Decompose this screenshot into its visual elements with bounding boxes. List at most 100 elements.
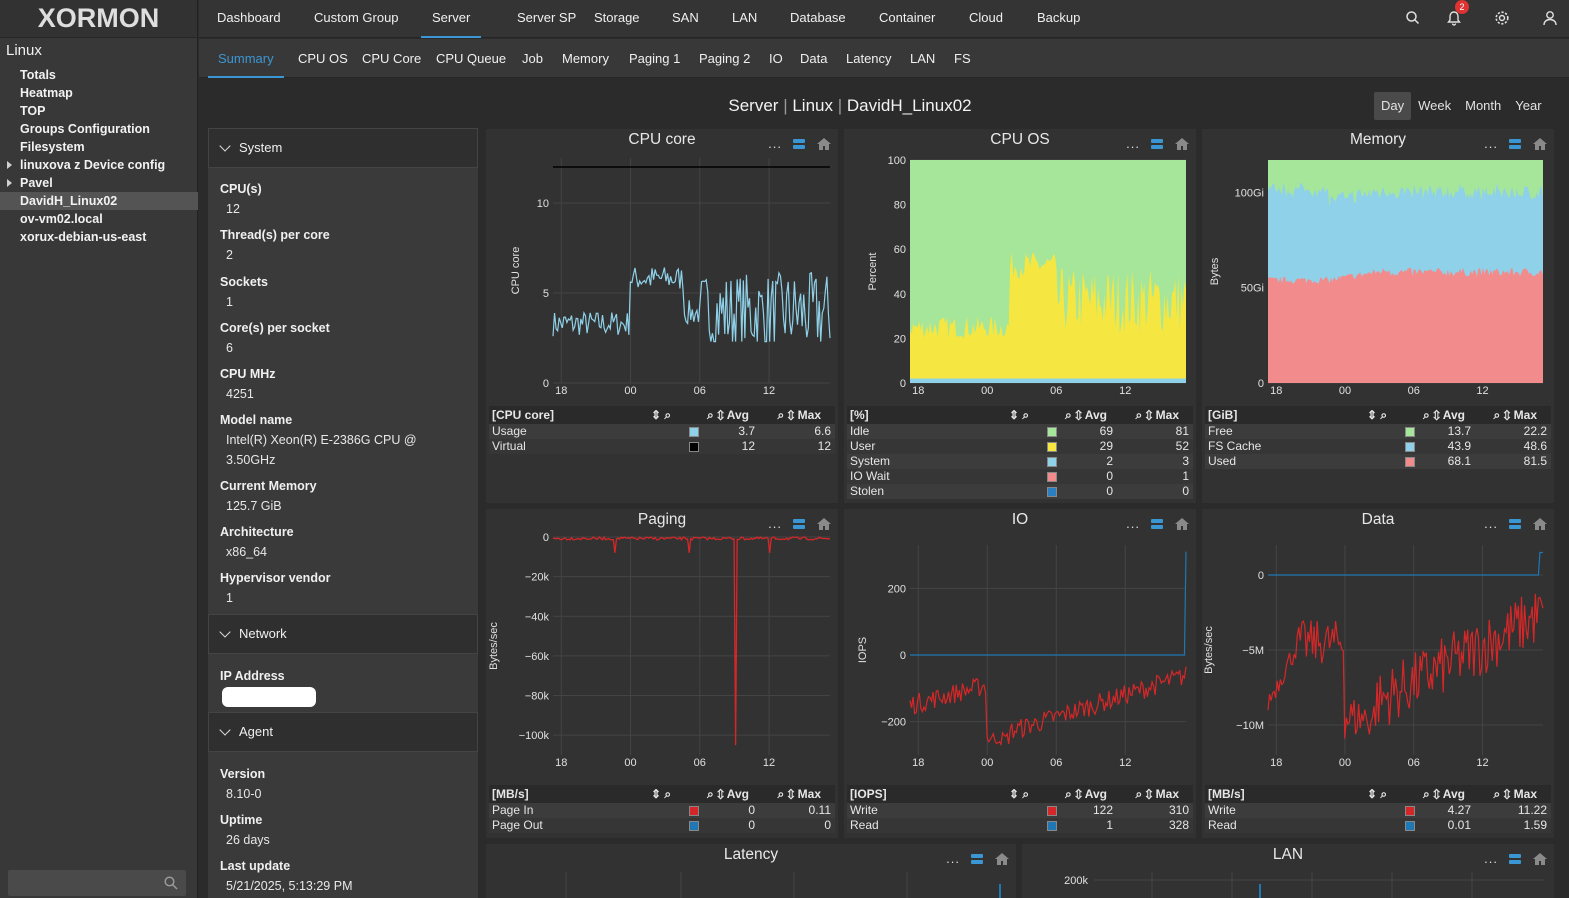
tree-item-pavel[interactable]: Pavel (0, 174, 198, 192)
series-swatch (1047, 472, 1057, 482)
legend-row-stolen[interactable]: Stolen 0 0 (847, 484, 1193, 499)
period-week[interactable]: Week (1411, 92, 1458, 120)
legend-row-usage[interactable]: Usage 3.7 6.6 (489, 424, 835, 439)
tab-lan[interactable]: LAN (910, 39, 935, 78)
avg-header[interactable]: ⌕ ⇕ Avg (707, 406, 749, 424)
search-icon[interactable] (1404, 9, 1422, 27)
tree-item-filesystem[interactable]: Filesystem (0, 138, 198, 156)
nav-dashboard[interactable]: Dashboard (217, 0, 281, 38)
series-avg: 0.01 (1447, 818, 1471, 832)
sort-icon[interactable]: ⇕ ⌕ (1367, 785, 1387, 803)
legend-row-idle[interactable]: Idle 69 81 (847, 424, 1193, 439)
max-header[interactable]: ⌕ ⇕ Max (1135, 406, 1179, 424)
unit-label: [MB/s] (1208, 787, 1245, 801)
series-usage (552, 267, 831, 343)
sort-icon[interactable]: ⇕ ⌕ (1009, 785, 1029, 803)
x-tick-label: 18 (1270, 757, 1282, 769)
period-day[interactable]: Day (1374, 92, 1412, 120)
series-avg: 122 (1092, 803, 1113, 817)
gear-icon[interactable] (1493, 9, 1511, 27)
section-system[interactable]: System (208, 128, 478, 168)
legend-row-page-out[interactable]: Page Out 0 0 (489, 818, 835, 833)
legend-row-write[interactable]: Write 4.27 11.22 (1205, 803, 1551, 818)
legend-row-used[interactable]: Used 68.1 81.5 (1205, 454, 1551, 469)
tab-io[interactable]: IO (769, 39, 783, 78)
tree-item-groups-configuration[interactable]: Groups Configuration (0, 120, 198, 138)
legend-table: [%] ⇕ ⌕ ⌕ ⇕ Avg ⌕ ⇕ Max Idle 69 81 User 29 52 Syst… (847, 406, 1193, 499)
max-header[interactable]: ⌕ ⇕ Max (1135, 785, 1179, 803)
caret-right-icon[interactable] (7, 161, 12, 169)
nav-custom-group[interactable]: Custom Group (314, 0, 399, 38)
tab-paging-2[interactable]: Paging 2 (699, 39, 750, 78)
max-header[interactable]: ⌕ ⇕ Max (777, 785, 821, 803)
nav-container[interactable]: Container (879, 0, 935, 38)
period-year[interactable]: Year (1508, 92, 1548, 120)
avg-header[interactable]: ⌕ ⇕ Avg (1065, 785, 1107, 803)
tab-summary[interactable]: Summary (208, 39, 284, 78)
tree-item-davidh-linux02[interactable]: DavidH_Linux02 (0, 192, 198, 210)
legend-row-virtual[interactable]: Virtual 12 12 (489, 439, 835, 454)
tree-item-xorux-debian-us-east[interactable]: xorux-debian-us-east (0, 228, 198, 246)
avg-header[interactable]: ⌕ ⇕ Avg (1423, 785, 1465, 803)
legend-row-system[interactable]: System 2 3 (847, 454, 1193, 469)
tree-item-heatmap[interactable]: Heatmap (0, 84, 198, 102)
nav-storage[interactable]: Storage (594, 0, 640, 38)
avg-header[interactable]: ⌕ ⇕ Avg (707, 785, 749, 803)
chart-panel-data: Data... 18 00 06 12 0 −5M −10M Bytes/sec [MB/s] ⇕ … (1202, 509, 1554, 838)
tab-cpu-core[interactable]: CPU Core (362, 39, 421, 78)
tab-memory[interactable]: Memory (562, 39, 609, 78)
field-label-current-memory: Current Memory (220, 479, 317, 493)
x-tick-label: 18 (912, 757, 924, 769)
legend-table: [IOPS] ⇕ ⌕ ⌕ ⇕ Avg ⌕ ⇕ Max Write 122 310 Read 1 3… (847, 785, 1193, 833)
legend-row-read[interactable]: Read 1 328 (847, 818, 1193, 833)
sort-icon[interactable]: ⇕ ⌕ (1009, 406, 1029, 424)
section-agent[interactable]: Agent (208, 712, 478, 752)
y-tick-label: 60 (894, 244, 906, 256)
tab-cpu-queue[interactable]: CPU Queue (436, 39, 506, 78)
nav-san[interactable]: SAN (672, 0, 699, 38)
tree-item-linuxova-z-device-config[interactable]: linuxova z Device config (0, 156, 198, 174)
legend-row-io-wait[interactable]: IO Wait 0 1 (847, 469, 1193, 484)
nav-database[interactable]: Database (790, 0, 846, 38)
series-avg: 69 (1099, 424, 1113, 438)
tab-job[interactable]: Job (522, 39, 543, 78)
legend-row-free[interactable]: Free 13.7 22.2 (1205, 424, 1551, 439)
nav-cloud[interactable]: Cloud (969, 0, 1003, 38)
tab-data[interactable]: Data (800, 39, 827, 78)
user-icon[interactable] (1541, 9, 1559, 27)
xormon-logo[interactable]: XORMON (0, 0, 197, 38)
nav-backup[interactable]: Backup (1037, 0, 1080, 38)
avg-header[interactable]: ⌕ ⇕ Avg (1065, 406, 1107, 424)
nav-lan[interactable]: LAN (732, 0, 757, 38)
legend-row-page-in[interactable]: Page In 0 0.11 (489, 803, 835, 818)
tree-item-ov-vm02-local[interactable]: ov-vm02.local (0, 210, 198, 228)
tab-paging-1[interactable]: Paging 1 (629, 39, 680, 78)
tree-item-totals[interactable]: Totals (0, 66, 198, 84)
legend-row-read[interactable]: Read 0.01 1.59 (1205, 818, 1551, 833)
series-name: Write (850, 803, 878, 817)
legend-table: [MB/s] ⇕ ⌕ ⌕ ⇕ Avg ⌕ ⇕ Max Page In 0 0.11 Page … (489, 785, 835, 833)
avg-header[interactable]: ⌕ ⇕ Avg (1423, 406, 1465, 424)
nav-server-sp[interactable]: Server SP (517, 0, 576, 38)
period-month[interactable]: Month (1458, 92, 1508, 120)
sort-icon[interactable]: ⇕ ⌕ (651, 406, 671, 424)
field-label-architecture: Architecture (220, 525, 294, 539)
tab-cpu-os[interactable]: CPU OS (298, 39, 348, 78)
tree-item-top[interactable]: TOP (0, 102, 198, 120)
max-header[interactable]: ⌕ ⇕ Max (1493, 785, 1537, 803)
nav-server[interactable]: Server (421, 0, 482, 38)
x-tick-label: 12 (1476, 757, 1488, 769)
max-header[interactable]: ⌕ ⇕ Max (777, 406, 821, 424)
tree-search-input[interactable] (8, 870, 186, 896)
legend-row-write[interactable]: Write 122 310 (847, 803, 1193, 818)
sort-icon[interactable]: ⇕ ⌕ (1367, 406, 1387, 424)
caret-right-icon[interactable] (7, 179, 12, 187)
max-header[interactable]: ⌕ ⇕ Max (1493, 406, 1537, 424)
field-value-model-name: Intel(R) Xeon(R) E-2386G CPU @ (226, 433, 417, 447)
section-network[interactable]: Network (208, 614, 478, 654)
legend-row-fs-cache[interactable]: FS Cache 43.9 48.6 (1205, 439, 1551, 454)
sort-icon[interactable]: ⇕ ⌕ (651, 785, 671, 803)
tab-latency[interactable]: Latency (846, 39, 892, 78)
legend-row-user[interactable]: User 29 52 (847, 439, 1193, 454)
tab-fs[interactable]: FS (954, 39, 971, 78)
